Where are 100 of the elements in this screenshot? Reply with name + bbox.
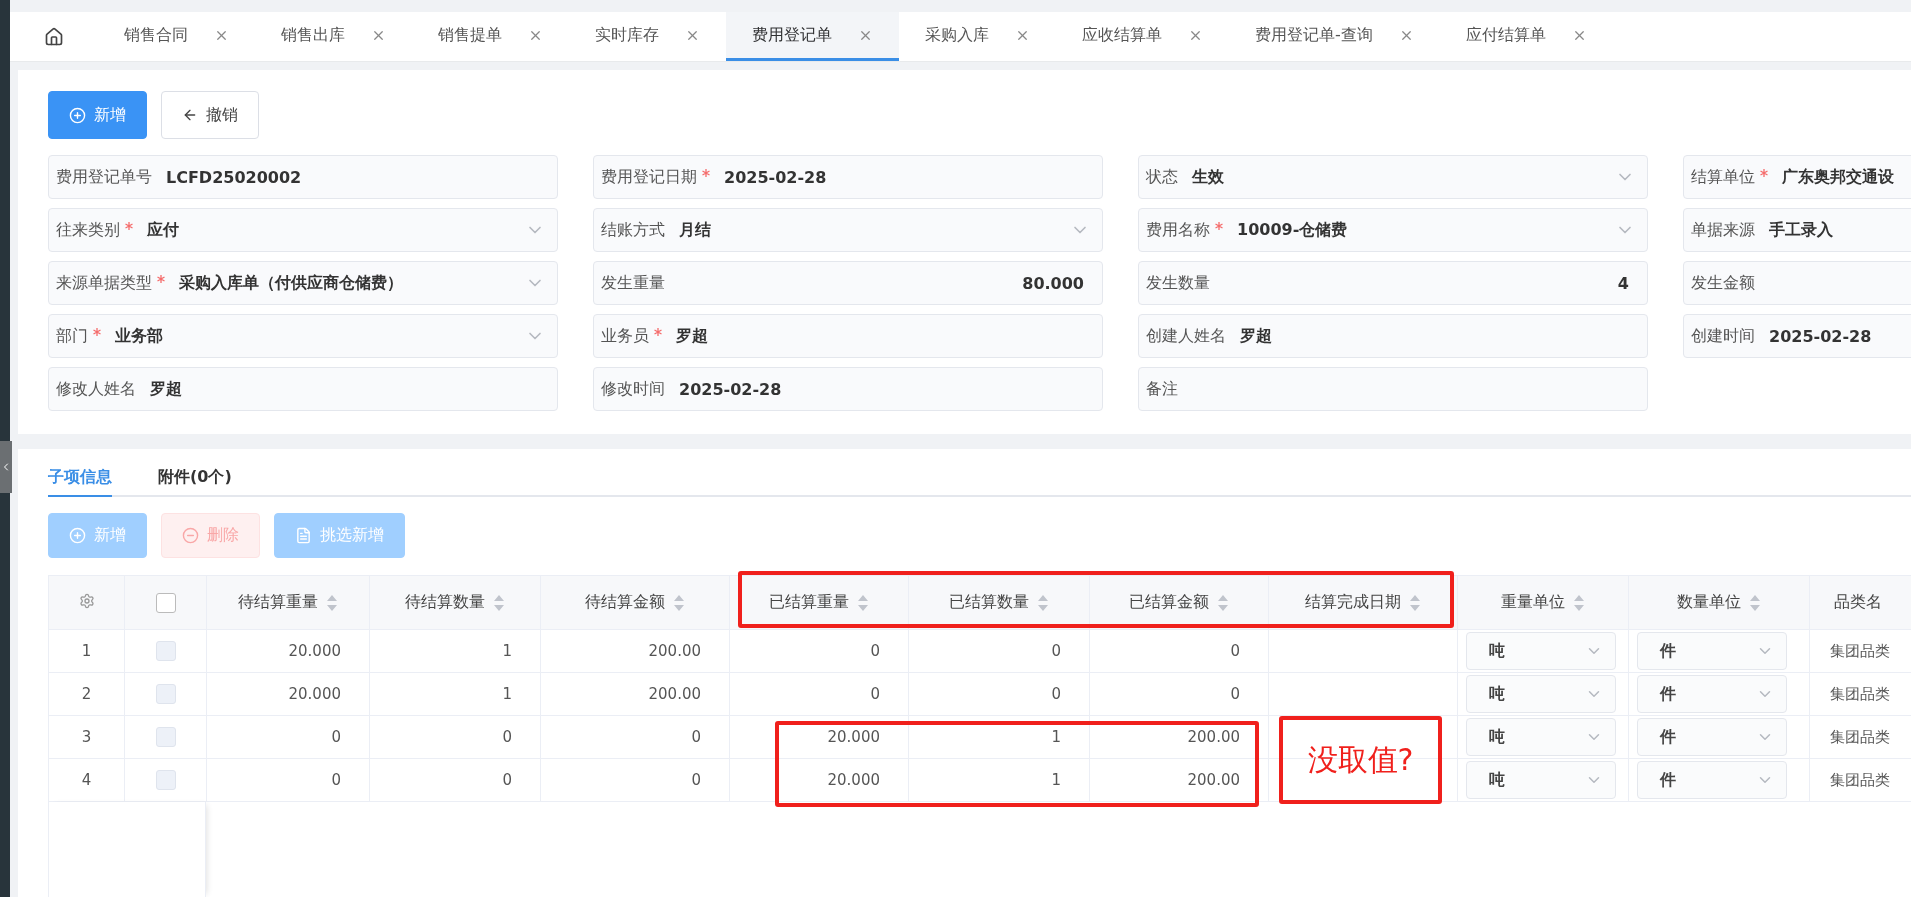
form-field[interactable]: 结算单位 广东奥邦交通设 bbox=[1683, 155, 1911, 199]
table-cell: 20.000 bbox=[206, 672, 370, 716]
form-field[interactable]: 创建人姓名 罗超 bbox=[1138, 314, 1648, 358]
unit-select[interactable]: 吨 bbox=[1466, 675, 1616, 713]
column-header[interactable]: 已结算重量 bbox=[729, 575, 909, 630]
row-checkbox[interactable] bbox=[155, 641, 176, 661]
field-label: 备注 bbox=[1146, 378, 1178, 400]
table-cell: 1 bbox=[369, 672, 541, 716]
form-field[interactable]: 发生金额 bbox=[1683, 261, 1911, 305]
field-label: 修改时间 bbox=[601, 378, 665, 400]
collapse-handle[interactable] bbox=[0, 441, 12, 493]
field-value: 生效 bbox=[1192, 166, 1224, 186]
sort-icon[interactable] bbox=[857, 593, 869, 612]
field-value: 10009-仓储费 bbox=[1237, 219, 1348, 239]
field-label: 创建时间 bbox=[1691, 325, 1755, 347]
unit-select[interactable]: 件 bbox=[1637, 632, 1787, 670]
field-value: 80.000 bbox=[1022, 273, 1084, 293]
select-field[interactable]: 费用名称 10009-仓储费 bbox=[1138, 208, 1648, 252]
row-number: 2 bbox=[48, 672, 125, 716]
form-field[interactable]: 费用登记日期 2025-02-28 bbox=[593, 155, 1103, 199]
unit-select[interactable]: 吨 bbox=[1466, 761, 1616, 799]
table-cell: 0 bbox=[540, 715, 730, 759]
column-header[interactable]: 已结算数量 bbox=[908, 575, 1090, 630]
sort-icon[interactable] bbox=[673, 593, 685, 612]
form-field[interactable]: 创建时间 2025-02-28 bbox=[1683, 314, 1911, 358]
field-value: 广东奥邦交通设 bbox=[1782, 166, 1894, 186]
column-header[interactable]: 结算完成日期 bbox=[1268, 575, 1458, 630]
plus-circle-icon bbox=[69, 106, 86, 124]
field-label: 往来类别 bbox=[56, 219, 133, 241]
field-value: 采购入库单（付供应商仓储费） bbox=[179, 272, 403, 292]
field-value: 业务部 bbox=[115, 325, 163, 345]
column-header[interactable]: 品类名 bbox=[1809, 575, 1911, 630]
field-label: 费用登记日期 bbox=[601, 166, 710, 188]
row-number: 1 bbox=[48, 629, 125, 673]
field-value: 月结 bbox=[679, 219, 711, 239]
table-cell: 1 bbox=[908, 715, 1090, 759]
form-field[interactable]: 修改人姓名 罗超 bbox=[48, 367, 558, 411]
select-field[interactable]: 来源单据类型 采购入库单（付供应商仓储费） bbox=[48, 261, 558, 305]
select-field[interactable]: 状态 生效 bbox=[1138, 155, 1648, 199]
sort-icon[interactable] bbox=[1037, 593, 1049, 612]
tab-label: 费用登记单-查询 bbox=[1255, 24, 1373, 46]
form-field[interactable]: 备注 bbox=[1138, 367, 1648, 411]
field-value: 手工录入 bbox=[1769, 219, 1833, 239]
column-title: 重量单位 bbox=[1501, 592, 1565, 613]
sort-icon[interactable] bbox=[1217, 593, 1229, 612]
table-cell: 0 bbox=[206, 715, 370, 759]
cancel-button[interactable]: 撤销 bbox=[161, 91, 259, 139]
select-all-checkbox[interactable] bbox=[155, 592, 176, 613]
form-field[interactable]: 发生重量 80.000 bbox=[593, 261, 1103, 305]
select-field[interactable]: 部门 业务部 bbox=[48, 314, 558, 358]
form-field[interactable]: 业务员 罗超 bbox=[593, 314, 1103, 358]
select-field[interactable]: 结账方式 月结 bbox=[593, 208, 1103, 252]
table-cell: 0 bbox=[1089, 672, 1269, 716]
column-header[interactable]: 数量单位 bbox=[1628, 575, 1810, 630]
sort-icon[interactable] bbox=[1749, 593, 1761, 612]
column-title: 已结算金额 bbox=[1129, 592, 1209, 613]
table-cell: 1 bbox=[908, 758, 1090, 802]
column-header[interactable]: 重量单位 bbox=[1457, 575, 1629, 630]
unit-select[interactable]: 吨 bbox=[1466, 632, 1616, 670]
table-cell: 0 bbox=[729, 672, 909, 716]
form-field[interactable]: 修改时间 2025-02-28 bbox=[593, 367, 1103, 411]
table-cell: 20.000 bbox=[729, 758, 909, 802]
table-cell: 200.00 bbox=[1089, 715, 1269, 759]
row-checkbox[interactable] bbox=[155, 770, 176, 790]
field-label: 部门 bbox=[56, 325, 101, 347]
table-cell: 1 bbox=[369, 629, 541, 673]
form-field[interactable]: 发生数量 4 bbox=[1138, 261, 1648, 305]
page-tab[interactable]: 费用登记单 bbox=[726, 12, 899, 61]
field-label: 状态 bbox=[1146, 166, 1178, 188]
column-title: 已结算数量 bbox=[949, 592, 1029, 613]
row-checkbox[interactable] bbox=[155, 684, 176, 704]
sub-tab[interactable]: 附件(0个) bbox=[158, 459, 232, 497]
select-field[interactable]: 往来类别 应付 bbox=[48, 208, 558, 252]
field-label: 结算单位 bbox=[1691, 166, 1768, 188]
field-label: 创建人姓名 bbox=[1146, 325, 1226, 347]
column-header[interactable]: 待结算金额 bbox=[540, 575, 730, 630]
unit-select[interactable]: 件 bbox=[1637, 718, 1787, 756]
form-field[interactable]: 费用登记单号 LCFD25020002 bbox=[48, 155, 558, 199]
unit-select[interactable]: 吨 bbox=[1466, 718, 1616, 756]
form-field[interactable]: 单据来源 手工录入 bbox=[1683, 208, 1911, 252]
minus-circle-icon bbox=[182, 527, 199, 544]
sort-icon[interactable] bbox=[1573, 593, 1585, 612]
unit-select[interactable]: 件 bbox=[1637, 761, 1787, 799]
column-header[interactable]: 待结算重量 bbox=[206, 575, 370, 630]
field-label: 发生重量 bbox=[601, 272, 665, 294]
field-value: 应付 bbox=[147, 219, 179, 239]
field-value: 罗超 bbox=[676, 325, 708, 345]
field-value: 4 bbox=[1617, 273, 1629, 293]
sort-icon[interactable] bbox=[326, 593, 338, 612]
unit-select[interactable]: 件 bbox=[1637, 675, 1787, 713]
column-header[interactable]: 已结算金额 bbox=[1089, 575, 1269, 630]
column-header[interactable]: 待结算数量 bbox=[369, 575, 541, 630]
tab-label: 采购入库 bbox=[925, 24, 989, 46]
sort-icon[interactable] bbox=[493, 593, 505, 612]
table-cell: 0 bbox=[540, 758, 730, 802]
table-cell: 0 bbox=[206, 758, 370, 802]
settings-icon[interactable] bbox=[78, 592, 95, 609]
row-checkbox[interactable] bbox=[155, 727, 176, 747]
sort-icon[interactable] bbox=[1409, 593, 1421, 612]
field-label: 修改人姓名 bbox=[56, 378, 136, 400]
